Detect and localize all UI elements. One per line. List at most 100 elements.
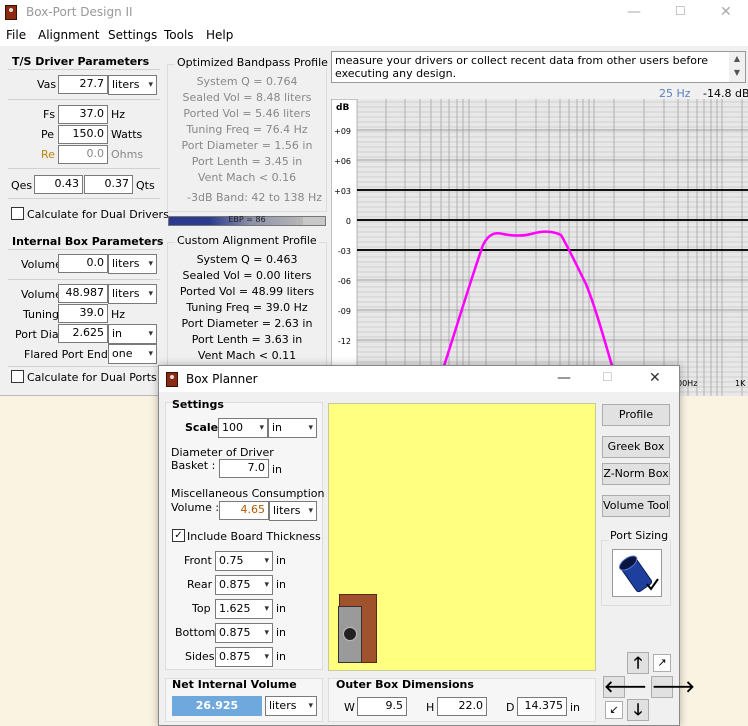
sides-label: Sides [185, 650, 215, 663]
custom-line: Tuning Freq = 39.0 Hz [186, 301, 308, 314]
front-select[interactable]: 0.75 ▾ [215, 551, 273, 571]
app-icon [5, 5, 17, 20]
vol1-unit-select[interactable]: liters ▾ [108, 254, 157, 274]
scale-select[interactable]: 100 ▾ [218, 418, 268, 438]
y-tick-label: +03 [334, 187, 351, 196]
menu-tools[interactable]: Tools [164, 28, 194, 42]
qes-label: Qes [11, 179, 33, 192]
maximize-icon[interactable]: ☐ [675, 4, 686, 18]
pe-label: Pe [41, 128, 55, 141]
opt-line: Ported Vol = 5.46 liters [183, 107, 311, 120]
depth-input: 14.375 [517, 697, 567, 716]
greek-box-button[interactable]: Greek Box [602, 436, 670, 458]
planner-maximize-icon[interactable]: ☐ [602, 370, 613, 384]
box-preview-canvas [328, 403, 596, 671]
niv-label: Net Internal Volume [172, 678, 297, 691]
planner-close-icon[interactable]: ✕ [649, 370, 661, 386]
portdia-unit-select[interactable]: in ▾ [108, 324, 157, 344]
plot-area [357, 99, 748, 396]
re-unit: Ohms [111, 148, 144, 161]
opt-line: Vent Mach < 0.16 [197, 171, 297, 184]
driver-icon [343, 627, 357, 641]
planner-minimize-icon[interactable]: — [557, 370, 571, 386]
niv-value: 26.925 [172, 696, 262, 716]
obd-label: Outer Box Dimensions [336, 678, 474, 691]
arrow-right-button[interactable]: 🡒 [651, 676, 695, 698]
diam-label-1: Diameter of Driver [171, 446, 274, 459]
opt-line: Tuning Freq = 76.4 Hz [186, 123, 308, 136]
ebp-label: EBP = 86 [228, 215, 266, 224]
x-tick-label: 00Hz [677, 379, 697, 388]
top-select[interactable]: 1.625 ▾ [215, 599, 273, 619]
bottom-select[interactable]: 0.875 ▾ [215, 623, 273, 643]
arrow-sw-button[interactable]: ↙ [605, 701, 623, 719]
height-input: 22.0 [437, 697, 487, 716]
arrow-down-button[interactable]: 🡓 [627, 699, 649, 721]
main-window: Box-Port Design II — ☐ ✕ File Alignment … [0, 0, 748, 396]
vas-input[interactable]: 27.7 [58, 75, 108, 94]
misc-input[interactable]: 4.65 [219, 501, 269, 520]
vas-label: Vas [37, 78, 57, 91]
re-label: Re [41, 148, 55, 161]
diam-input[interactable]: 7.0 [219, 459, 269, 478]
ibp-heading: Internal Box Parameters [12, 235, 164, 248]
y-tick-label: -06 [338, 277, 351, 286]
y-tick-label: +06 [334, 157, 351, 166]
menu-bar: File Alignment Settings Tools Help [0, 26, 748, 46]
vas-unit-select[interactable]: liters ▾ [108, 75, 157, 95]
rear-label: Rear [187, 578, 213, 591]
board-thickness-checkbox[interactable]: ✓ [172, 529, 185, 542]
bottom-label: Bottom [175, 626, 216, 639]
bottom-unit: in [276, 626, 287, 639]
custom-lines: System Q = 0.463 Sealed Vol = 0.00 liter… [167, 252, 327, 364]
d-unit: in [570, 701, 581, 714]
menu-file[interactable]: File [6, 28, 26, 42]
znorm-box-button[interactable]: Z-Norm Box [602, 463, 670, 485]
niv-unit-select[interactable]: liters ▾ [265, 696, 317, 716]
tuning-input[interactable]: 39.0 [58, 304, 108, 323]
fs-input[interactable]: 37.0 [58, 105, 108, 124]
opt-line: System Q = 0.764 [196, 75, 298, 88]
scale-unit-select[interactable]: in ▾ [268, 418, 317, 438]
re-input[interactable]: 0.0 [58, 145, 108, 164]
ts-heading: T/S Driver Parameters [12, 55, 150, 68]
misc-unit-select[interactable]: liters ▾ [269, 501, 317, 521]
board-thickness-label: Include Board Thickness [187, 530, 321, 543]
custom-line: Port Diameter = 2.63 in [181, 317, 313, 330]
fs-unit: Hz [111, 108, 126, 121]
dual-drivers-checkbox[interactable] [11, 207, 24, 220]
menu-settings[interactable]: Settings [108, 28, 157, 42]
y-tick-label: 0 [346, 217, 351, 226]
vol1-label: Volume [21, 258, 62, 271]
flared-select[interactable]: one ▾ [108, 344, 157, 364]
volume-tool-button[interactable]: Volume Tool [602, 495, 670, 517]
box-front-view [338, 606, 362, 663]
vol1-input[interactable]: 0.0 [58, 254, 108, 273]
arrow-left-button[interactable]: 🡐 [603, 676, 647, 698]
optimized-lines: System Q = 0.764 Sealed Vol = 8.48 liter… [167, 74, 327, 186]
tuning-unit: Hz [111, 308, 126, 321]
qes-input[interactable]: 0.43 [34, 175, 83, 194]
port-sizing-button[interactable] [612, 549, 662, 597]
vol2-unit-select[interactable]: liters ▾ [108, 284, 157, 304]
pe-input[interactable]: 150.0 [58, 125, 108, 144]
menu-alignment[interactable]: Alignment [38, 28, 99, 42]
port-tube-icon [618, 555, 659, 593]
band-text: -3dB Band: 42 to 138 Hz [187, 191, 323, 204]
dual-ports-checkbox[interactable] [11, 370, 24, 383]
pe-unit: Watts [111, 128, 143, 141]
close-icon[interactable]: ✕ [720, 4, 732, 20]
menu-help[interactable]: Help [206, 28, 233, 42]
message-scrollbar[interactable]: ▲ ▼ [729, 52, 745, 82]
qts-input[interactable]: 0.37 [84, 175, 133, 194]
portdia-input[interactable]: 2.625 [58, 324, 108, 343]
minimize-icon[interactable]: — [627, 4, 641, 20]
vol2-input[interactable]: 48.987 [58, 284, 108, 303]
sides-select[interactable]: 0.875 ▾ [215, 647, 273, 667]
rear-select[interactable]: 0.875 ▾ [215, 575, 273, 595]
tuning-label: Tuning [23, 308, 60, 321]
arrow-up-button[interactable]: 🡑 [627, 652, 649, 674]
ebp-bar: EBP = 86 [168, 215, 326, 226]
profile-button[interactable]: Profile [602, 404, 670, 426]
arrow-ne-button[interactable]: ↗ [653, 654, 671, 672]
